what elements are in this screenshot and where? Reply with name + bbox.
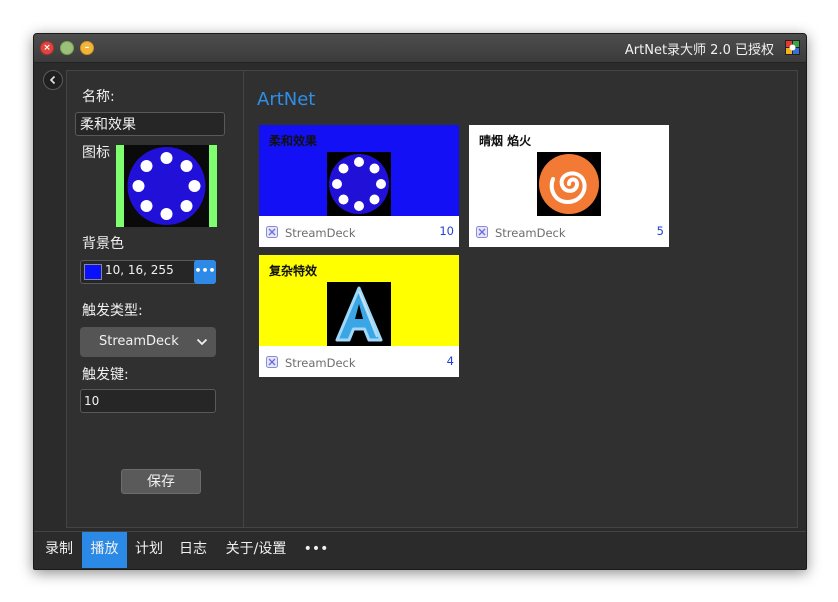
card-header: 复杂特效	[259, 255, 459, 346]
card-trigger: StreamDeck	[285, 226, 356, 240]
chevron-down-icon	[196, 338, 208, 346]
card-header: 柔和效果	[259, 125, 459, 216]
name-label: 名称:	[82, 89, 115, 105]
trigger-key-label: 触发键:	[82, 367, 129, 383]
editor-panel	[66, 70, 244, 528]
app-window: × – ArtNet录大师 2.0 已授权 名称: 柔和效果 图标 背景色 10…	[33, 33, 807, 570]
spiral-icon	[539, 154, 599, 214]
card-trigger: StreamDeck	[495, 226, 566, 240]
card-image	[327, 152, 391, 216]
effect-card[interactable]: 复杂特效 StreamDeck 4	[259, 255, 459, 377]
letter-a-icon	[327, 282, 391, 346]
trigger-type-label: 触发类型:	[82, 303, 143, 319]
card-key: 4	[446, 354, 454, 368]
minimize-icon	[61, 42, 73, 54]
icon-label: 图标	[82, 145, 110, 161]
card-trigger: StreamDeck	[285, 356, 356, 370]
card-header: 晴烟 焰火	[469, 125, 669, 216]
section-title: ArtNet	[257, 89, 316, 110]
save-button[interactable]: 保存	[121, 469, 201, 494]
tab-record[interactable]: 录制	[38, 532, 80, 568]
maximize-icon: –	[84, 43, 90, 53]
trigger-type-select[interactable]: StreamDeck	[80, 327, 216, 357]
tab-schedule[interactable]: 计划	[129, 532, 169, 568]
card-image	[537, 152, 601, 216]
chevron-left-icon	[49, 75, 56, 85]
app-logo-icon	[785, 40, 800, 55]
card-footer: StreamDeck 5	[469, 216, 669, 247]
bgcolor-value: 10, 16, 255	[105, 263, 174, 277]
streamdeck-icon	[476, 226, 488, 238]
close-icon: ×	[43, 43, 51, 53]
streamdeck-icon	[266, 226, 278, 238]
tab-more[interactable]: •••	[300, 532, 332, 568]
window-title: ArtNet录大师 2.0 已授权	[624, 43, 774, 58]
bgcolor-field[interactable]: 10, 16, 255 •••	[80, 260, 216, 284]
streamdeck-icon	[266, 356, 278, 368]
circle-dots-icon	[329, 154, 389, 214]
effect-card[interactable]: 柔和效果 StreamDeck 10	[259, 125, 459, 247]
icon-preview[interactable]	[116, 145, 217, 227]
bottom-tab-bar: 录制 播放 计划 日志 关于/设置 •••	[34, 531, 806, 568]
tab-log[interactable]: 日志	[173, 532, 213, 568]
maximize-button[interactable]: –	[80, 41, 94, 55]
card-key: 10	[439, 224, 454, 238]
card-title: 柔和效果	[269, 134, 318, 148]
card-footer: StreamDeck 4	[259, 346, 459, 377]
tab-about-settings[interactable]: 关于/设置	[218, 532, 294, 568]
trigger-key-input[interactable]: 10	[80, 389, 216, 413]
close-button[interactable]: ×	[40, 41, 54, 55]
color-picker-button[interactable]: •••	[194, 260, 216, 284]
collapse-panel-button[interactable]	[43, 70, 63, 90]
icon-border-right	[209, 145, 217, 227]
tab-playback[interactable]: 播放	[82, 532, 127, 568]
bgcolor-label: 背景色	[82, 236, 124, 252]
effect-card[interactable]: 晴烟 焰火 StreamDeck 5	[469, 125, 669, 247]
minimize-button[interactable]	[60, 41, 74, 55]
trigger-type-value: StreamDeck	[99, 334, 179, 349]
title-bar[interactable]: × – ArtNet录大师 2.0 已授权	[34, 34, 806, 63]
circle-dots-icon	[127, 147, 206, 225]
card-image	[327, 282, 391, 346]
name-input[interactable]: 柔和效果	[75, 112, 225, 136]
icon-border-left	[116, 145, 124, 227]
card-title: 晴烟 焰火	[479, 134, 532, 148]
card-title: 复杂特效	[269, 264, 318, 278]
card-key: 5	[656, 224, 664, 238]
color-swatch[interactable]	[84, 264, 102, 280]
card-footer: StreamDeck 10	[259, 216, 459, 247]
